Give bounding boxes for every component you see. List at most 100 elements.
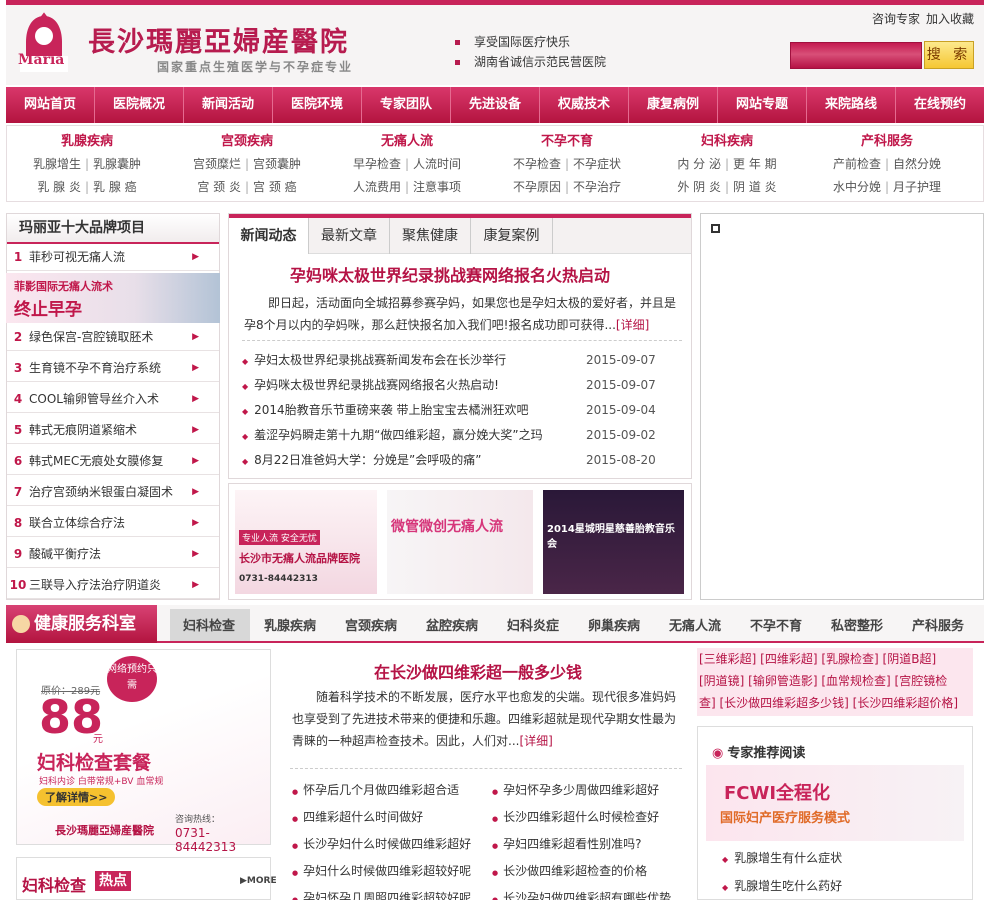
category-link[interactable]: 注意事项 (413, 180, 461, 194)
category-link[interactable]: 更 年 期 (733, 157, 777, 171)
tab-latest[interactable]: 最新文章 (309, 218, 390, 254)
category-link[interactable]: 水中分娩 (833, 180, 881, 194)
category-link[interactable]: 不孕症状 (573, 157, 621, 171)
tab-infertility[interactable]: 不孕不育 (750, 615, 802, 634)
brand-item[interactable]: 4 COOL输卵管导丝介入术 ▶ (7, 386, 219, 413)
category-link[interactable]: 乳腺囊肿 (93, 157, 141, 171)
news-row[interactable]: ◆ 羞涩孕妈瞬走第十九期“做四维彩超，赢分娩大奖”之玛 2015-09-02 (242, 423, 682, 448)
news-headline[interactable]: 孕妈咪太极世界纪录挑战赛网络报名火热启动 (290, 262, 610, 286)
tab-news[interactable]: 新闻动态 (229, 218, 309, 254)
nav-booking[interactable]: 在线预约 (896, 87, 984, 123)
category-link[interactable]: 内 分 泌 (677, 157, 721, 171)
category-title[interactable]: 不孕不育 (487, 130, 647, 149)
nav-equipment[interactable]: 先进设备 (451, 87, 540, 123)
category-title[interactable]: 妇科疾病 (647, 130, 807, 149)
news-row[interactable]: ◆ 孕妇太极世界纪录挑战赛新闻发布会在长沙举行 2015-09-07 (242, 348, 682, 373)
add-favorite-link[interactable]: 加入收藏 (926, 12, 974, 26)
search-input[interactable] (790, 42, 922, 69)
brand-item[interactable]: 3 生育镜不孕不育治疗系统 ▶ (7, 355, 219, 382)
list-item[interactable]: ● 孕妇怀孕多少周做四维彩超好 (492, 778, 671, 805)
category-link[interactable]: 宫颈糜烂 (193, 157, 241, 171)
news-row[interactable]: ◆ 2014胎教音乐节重磅来袭 带上胎宝宝去橘洲狂欢吧 2015-09-04 (242, 398, 682, 423)
article-title[interactable]: 在长沙做四维彩超一般多少钱 (374, 659, 582, 683)
brand-item[interactable]: 6 韩式MEC无痕处女膜修复 ▶ (7, 448, 219, 475)
list-item[interactable]: ● 长沙四维彩超什么时候检查好 (492, 805, 671, 832)
list-item[interactable]: ● 四维彩超什么时间做好 (292, 805, 471, 832)
tab-health[interactable]: 聚焦健康 (390, 218, 471, 254)
list-item[interactable]: ● 怀孕后几个月做四维彩超合适 (292, 778, 471, 805)
nav-news[interactable]: 新闻活动 (184, 87, 273, 123)
list-item[interactable]: ● 孕妇怀孕几周照四维彩超较好呢 (292, 886, 471, 900)
tab-gyn-check[interactable]: 妇科检查 (183, 615, 235, 634)
tab-plastic[interactable]: 私密整形 (831, 615, 883, 634)
news-picture[interactable]: 2014星城明星慈善胎教音乐会 (543, 490, 684, 594)
category-link[interactable]: 乳腺增生 (33, 157, 81, 171)
category-link[interactable]: 不孕治疗 (573, 180, 621, 194)
category-link[interactable]: 早孕检查 (353, 157, 401, 171)
brand-item[interactable]: 9 酸碱平衡疗法 ▶ (7, 541, 219, 568)
tab-obstetrics[interactable]: 产科服务 (912, 615, 964, 634)
brand-item[interactable]: 1 菲秒可视无痛人流 ▶ (7, 244, 219, 271)
list-item[interactable]: ● 孕妇四维彩超看性别准吗? (492, 832, 671, 859)
nav-experts[interactable]: 专家团队 (362, 87, 451, 123)
list-item[interactable]: ● 长沙孕妇做四维彩超有哪些优势 (492, 886, 671, 900)
fcwi-banner[interactable]: FCWI全程化 国际妇产医疗服务模式 (706, 765, 964, 841)
category-link[interactable]: 外 阴 炎 (677, 180, 721, 194)
category-link[interactable]: 乳 腺 癌 (93, 180, 137, 194)
nav-topics[interactable]: 网站专题 (718, 87, 807, 123)
brand-item[interactable]: 7 治疗宫颈纳米银蛋白凝固术 ▶ (7, 479, 219, 506)
category-link[interactable]: 产前检查 (833, 157, 881, 171)
tab-cervical[interactable]: 宫颈疾病 (345, 615, 397, 634)
category-link[interactable]: 乳 腺 炎 (37, 180, 81, 194)
search-button[interactable]: 搜 索 (924, 41, 974, 69)
brand-item[interactable]: 5 韩式无痕阴道紧缩术 ▶ (7, 417, 219, 444)
category-link[interactable]: 自然分娩 (893, 157, 941, 171)
tab-ovary[interactable]: 卵巢疾病 (588, 615, 640, 634)
list-item[interactable]: ● 长沙孕妇什么时候做四维彩超好 (292, 832, 471, 859)
consult-expert-link[interactable]: 咨询专家 (872, 12, 920, 26)
nav-overview[interactable]: 医院概况 (95, 87, 184, 123)
article-more-link[interactable]: [详细] (519, 734, 552, 748)
category-title[interactable]: 宫颈疾病 (167, 130, 327, 149)
news-picture[interactable]: 专业人流 安全无忧 长沙市无痛人流品牌医院 0731-84442313 (235, 490, 377, 594)
category-link[interactable]: 宫 颈 癌 (253, 180, 297, 194)
nav-environment[interactable]: 医院环境 (273, 87, 362, 123)
category-title[interactable]: 无痛人流 (327, 130, 487, 149)
brand-item[interactable]: 10 三联导入疗法治疗阴道炎 ▶ (7, 572, 219, 599)
promo-detail-button[interactable]: 了解详情>> (37, 788, 116, 806)
category-link[interactable]: 宫颈囊肿 (253, 157, 301, 171)
news-more-link[interactable]: [详细] (616, 318, 649, 332)
category-link[interactable]: 人流时间 (413, 157, 461, 171)
tab-breast[interactable]: 乳腺疾病 (264, 615, 316, 634)
category-title[interactable]: 产科服务 (807, 130, 967, 149)
abortion-promo-banner[interactable]: 菲影国际无痛人流术 终止早孕 (6, 273, 220, 323)
list-item[interactable]: ● 长沙做四维彩超检查的价格 (492, 859, 671, 886)
nav-home[interactable]: 网站首页 (6, 87, 95, 123)
category-link[interactable]: 阴 道 炎 (733, 180, 777, 194)
tab-cases[interactable]: 康复案例 (471, 218, 553, 254)
tab-abortion[interactable]: 无痛人流 (669, 615, 721, 634)
category-link[interactable]: 不孕检查 (513, 157, 561, 171)
category-title[interactable]: 乳腺疾病 (7, 130, 167, 149)
nav-route[interactable]: 来院路线 (807, 87, 896, 123)
category-link[interactable]: 人流费用 (353, 180, 401, 194)
news-row[interactable]: ◆ 8月22日准爸妈大学：分娩是”会呼吸的痛” 2015-08-20 (242, 448, 682, 473)
category-link[interactable]: 宫 颈 炎 (197, 180, 241, 194)
tag-line[interactable]: [三维彩超] [四维彩超] [乳腺检查] [阴道B超] (699, 648, 971, 670)
list-item[interactable]: ● 孕妇什么时候做四维彩超较好呢 (292, 859, 471, 886)
tag-line[interactable]: 查] [长沙做四维彩超多少钱] [长沙四维彩超价格] (699, 692, 971, 714)
tab-pelvic[interactable]: 盆腔疾病 (426, 615, 478, 634)
tab-inflammation[interactable]: 妇科炎症 (507, 615, 559, 634)
tag-line[interactable]: [阴道镜] [输卵管造影] [血常规检查] [宫腔镜检 (699, 670, 971, 692)
news-picture[interactable]: 微管微创无痛人流 (387, 490, 533, 594)
category-link[interactable]: 月子护理 (893, 180, 941, 194)
category-link[interactable]: 不孕原因 (513, 180, 561, 194)
more-link[interactable]: ▶MORE (240, 876, 277, 886)
gyn-check-promo[interactable]: 网络预约只需 原价：289元 88 元 妇科检查套餐 妇科内诊 白带常规+BV … (16, 649, 271, 854)
brand-item[interactable]: 8 联合立体综合疗法 ▶ (7, 510, 219, 537)
expert-article-link[interactable]: ◆ 乳腺增生吃什么药好 (722, 877, 842, 894)
expert-article-link[interactable]: ◆ 乳腺增生有什么症状 (722, 849, 842, 866)
brand-item[interactable]: 2 绿色保宫-宫腔镜取胚术 ▶ (7, 324, 219, 351)
nav-technology[interactable]: 权威技术 (540, 87, 629, 123)
news-row[interactable]: ◆ 孕妈咪太极世界纪录挑战赛网络报名火热启动! 2015-09-07 (242, 373, 682, 398)
